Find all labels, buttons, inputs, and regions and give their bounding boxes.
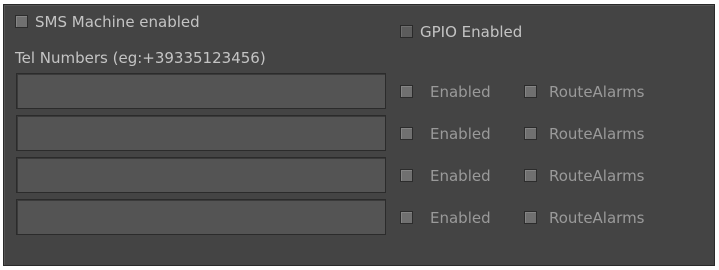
row-2-enabled-label: Enabled xyxy=(430,125,491,143)
row-4-route-alarms-label: RouteAlarms xyxy=(549,209,645,227)
row-4-enabled-checkbox[interactable]: Enabled xyxy=(400,205,512,229)
row-2-enabled-box[interactable] xyxy=(400,127,413,140)
row-3-route-alarms-box[interactable] xyxy=(524,169,537,182)
gpio-enabled-label: GPIO Enabled xyxy=(420,23,523,41)
row-2-enabled-checkbox[interactable]: Enabled xyxy=(400,121,512,145)
tel-number-input-1[interactable] xyxy=(16,73,386,109)
row-3-enabled-checkbox[interactable]: Enabled xyxy=(400,163,512,187)
sms-machine-enabled-checkbox[interactable]: SMS Machine enabled xyxy=(4,5,284,35)
row-1-route-alarms-label: RouteAlarms xyxy=(549,83,645,101)
tel-numbers-label: Tel Numbers (eg:+39335123456) xyxy=(15,49,266,67)
row-1-route-alarms-box[interactable] xyxy=(524,85,537,98)
sms-machine-enabled-label: SMS Machine enabled xyxy=(35,13,200,31)
row-2-route-alarms-box[interactable] xyxy=(524,127,537,140)
row-1-enabled-box[interactable] xyxy=(400,85,413,98)
sms-settings-panel: SMS Machine enabled GPIO Enabled Tel Num… xyxy=(3,4,715,266)
row-3-enabled-box[interactable] xyxy=(400,169,413,182)
tel-number-input-2[interactable] xyxy=(16,115,386,151)
row-3-route-alarms-checkbox[interactable]: RouteAlarms xyxy=(524,163,694,187)
row-3-route-alarms-label: RouteAlarms xyxy=(549,167,645,185)
row-1-enabled-label: Enabled xyxy=(430,83,491,101)
row-2-route-alarms-checkbox[interactable]: RouteAlarms xyxy=(524,121,694,145)
tel-number-input-4[interactable] xyxy=(16,199,386,235)
row-1-enabled-checkbox[interactable]: Enabled xyxy=(400,79,512,103)
row-4-route-alarms-checkbox[interactable]: RouteAlarms xyxy=(524,205,694,229)
row-1-route-alarms-checkbox[interactable]: RouteAlarms xyxy=(524,79,694,103)
sms-machine-enabled-box[interactable] xyxy=(15,15,28,28)
gpio-enabled-box[interactable] xyxy=(400,25,413,38)
row-2-route-alarms-label: RouteAlarms xyxy=(549,125,645,143)
row-4-enabled-label: Enabled xyxy=(430,209,491,227)
row-4-route-alarms-box[interactable] xyxy=(524,211,537,224)
tel-number-input-3[interactable] xyxy=(16,157,386,193)
row-3-enabled-label: Enabled xyxy=(430,167,491,185)
row-4-enabled-box[interactable] xyxy=(400,211,413,224)
gpio-enabled-checkbox[interactable]: GPIO Enabled xyxy=(394,17,574,47)
